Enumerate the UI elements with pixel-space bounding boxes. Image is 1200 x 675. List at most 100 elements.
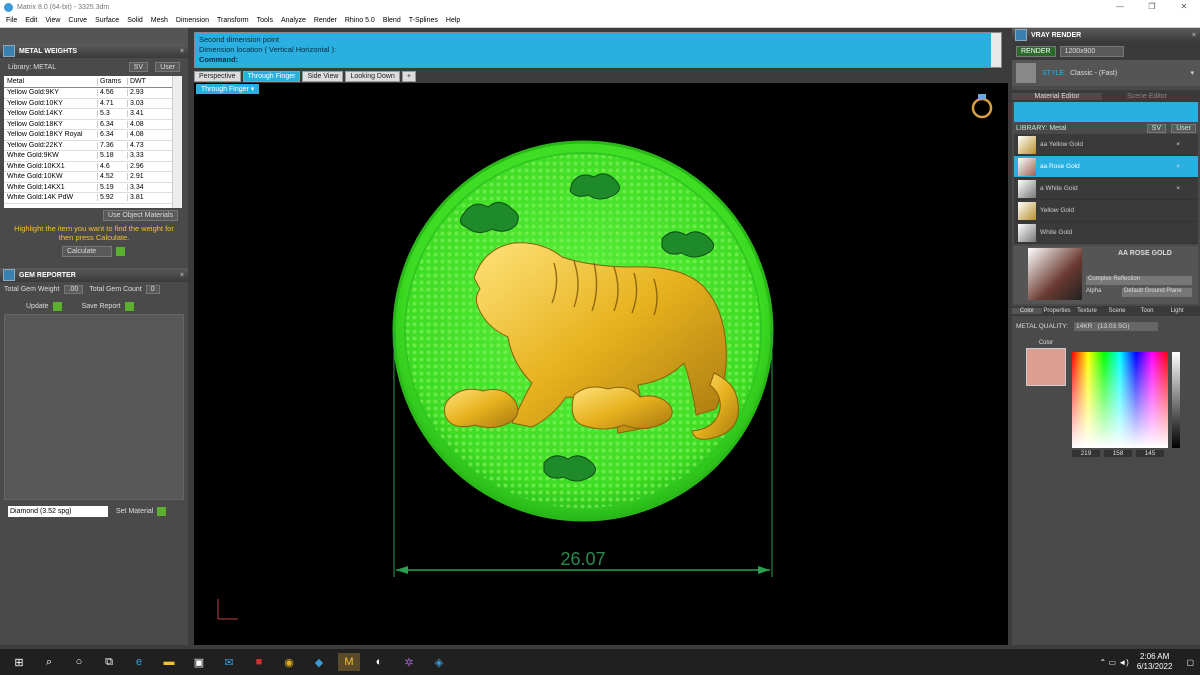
store-icon[interactable]: ▣: [188, 653, 210, 671]
table-row[interactable]: Yellow Gold:9KY 4.56 2.93: [4, 88, 182, 99]
windows-start-icon[interactable]: ⊞: [8, 653, 30, 671]
menu-surface[interactable]: Surface: [95, 17, 119, 24]
list-item[interactable]: White Gold: [1014, 222, 1198, 244]
minimize-button[interactable]: —: [1104, 0, 1136, 14]
rhino-icon[interactable]: ◐: [368, 653, 390, 671]
scrollbar[interactable]: [172, 76, 182, 208]
clock[interactable]: 2:06 AM 6/13/2022: [1137, 652, 1173, 672]
cortana-icon[interactable]: ○: [68, 653, 90, 671]
table-row[interactable]: Yellow Gold:18KY 6.34 4.08: [4, 120, 182, 130]
reflection-select[interactable]: Complex Reflection: [1086, 276, 1192, 285]
set-material-button[interactable]: Set Material: [116, 508, 153, 515]
tab-light[interactable]: Light: [1162, 308, 1192, 314]
menu-transform[interactable]: Transform: [217, 17, 249, 24]
sv-button[interactable]: SV: [1146, 123, 1166, 133]
close-icon[interactable]: ×: [180, 272, 184, 279]
tab-scene-editor[interactable]: Scene Editor: [1102, 93, 1192, 100]
ring-icon[interactable]: [971, 94, 993, 119]
notification-icon[interactable]: ▢: [1186, 658, 1194, 667]
table-row[interactable]: White Gold:9KW 5.18 3.33: [4, 151, 182, 162]
table-row[interactable]: Yellow Gold:22KY 7.36 4.73: [4, 141, 182, 151]
brightness-slider[interactable]: [1172, 352, 1180, 448]
use-object-materials-button[interactable]: Use Object Materials: [103, 209, 178, 221]
chrome-icon[interactable]: ◉: [278, 653, 300, 671]
render-button[interactable]: RENDER: [1016, 45, 1056, 57]
chevron-down-icon[interactable]: ▾: [1190, 69, 1194, 77]
edge-icon[interactable]: e: [128, 653, 150, 671]
diamond-select[interactable]: Diamond (3.52 spg): [8, 505, 108, 517]
list-item[interactable]: Yellow Gold: [1014, 200, 1198, 222]
tab-through-finger[interactable]: Through Finger: [242, 71, 301, 82]
color-swatch[interactable]: [1026, 348, 1066, 386]
close-button[interactable]: ✕: [1168, 0, 1200, 14]
tab-properties[interactable]: Properties: [1042, 308, 1072, 314]
table-row[interactable]: White Gold:14KX1 5.19 3.34: [4, 183, 182, 193]
menu-view[interactable]: View: [45, 17, 60, 24]
menu-help[interactable]: Help: [446, 17, 460, 24]
maximize-button[interactable]: ❐: [1136, 0, 1168, 14]
command-scrollbar[interactable]: [991, 33, 1001, 67]
tray-icons[interactable]: ⌃ ▭ ◄): [1100, 658, 1129, 667]
close-icon[interactable]: ×: [1192, 32, 1196, 39]
sv-button[interactable]: SV: [128, 62, 148, 72]
update-button[interactable]: Update: [26, 303, 49, 310]
menu-render[interactable]: Render: [314, 17, 337, 24]
table-row[interactable]: Yellow Gold:18KY Royal 6.34 4.08: [4, 130, 182, 141]
table-row[interactable]: White Gold:10KW 4.52 2.91: [4, 172, 182, 183]
ground-select[interactable]: Default Ground Plane: [1122, 288, 1192, 297]
menu-dimension[interactable]: Dimension: [176, 17, 209, 24]
file-explorer-icon[interactable]: ▬: [158, 653, 180, 671]
user-button[interactable]: User: [155, 62, 180, 72]
task-view-icon[interactable]: ⧉: [98, 653, 120, 671]
blue-value[interactable]: 145: [1136, 450, 1164, 457]
tab-perspective[interactable]: Perspective: [194, 71, 241, 82]
table-row[interactable]: White Gold:14K PdW 5.92 3.81: [4, 193, 182, 204]
menu-file[interactable]: File: [6, 17, 17, 24]
red-value[interactable]: 219: [1072, 450, 1100, 457]
menu-tools[interactable]: Tools: [257, 17, 273, 24]
tab-color[interactable]: Color: [1012, 308, 1042, 314]
search-icon[interactable]: ⌕: [38, 653, 60, 671]
command-input[interactable]: [242, 55, 997, 65]
menu-curve[interactable]: Curve: [68, 17, 87, 24]
tab-looking-down[interactable]: Looking Down: [345, 71, 400, 82]
green-value[interactable]: 158: [1104, 450, 1132, 457]
render-size-field[interactable]: 1200x900: [1059, 45, 1124, 57]
app-icon[interactable]: ✲: [398, 653, 420, 671]
menu-blend[interactable]: Blend: [383, 17, 401, 24]
menu-analyze[interactable]: Analyze: [281, 17, 306, 24]
tab-texture[interactable]: Texture: [1072, 308, 1102, 314]
metal-quality-select[interactable]: 14KR (13.03 SG): [1074, 321, 1159, 331]
tab-side-view[interactable]: Side View: [302, 71, 344, 82]
tab-scene[interactable]: Scene: [1102, 308, 1132, 314]
calculate-go-icon[interactable]: [116, 246, 125, 256]
menu-solid[interactable]: Solid: [127, 17, 143, 24]
viewport[interactable]: Through Finger ▾ 26.07: [194, 83, 1008, 645]
list-item[interactable]: a White Gold ×: [1014, 178, 1198, 200]
tab-toon[interactable]: Toon: [1132, 308, 1162, 314]
table-row[interactable]: White Gold:10KX1 4.6 2.96: [4, 162, 182, 172]
list-item[interactable]: aa Yellow Gold ×: [1014, 134, 1198, 156]
list-item[interactable]: aa Rose Gold ×: [1014, 156, 1198, 178]
app-icon[interactable]: ◆: [308, 653, 330, 671]
color-picker[interactable]: [1072, 352, 1168, 448]
tab-material-editor[interactable]: Material Editor: [1012, 92, 1102, 100]
save-report-button[interactable]: Save Report: [82, 303, 121, 310]
user-button[interactable]: User: [1171, 123, 1196, 133]
matrix-app-icon[interactable]: M: [338, 653, 360, 671]
update-go-icon[interactable]: [52, 301, 62, 311]
style-select[interactable]: Classic - (Fast): [1070, 70, 1117, 77]
menu-rhino[interactable]: Rhino 5.0: [345, 17, 375, 24]
menu-edit[interactable]: Edit: [25, 17, 37, 24]
menu-mesh[interactable]: Mesh: [151, 17, 168, 24]
close-icon[interactable]: ×: [180, 48, 184, 55]
table-row[interactable]: Yellow Gold:10KY 4.71 3.03: [4, 99, 182, 109]
set-material-go-icon[interactable]: [157, 506, 167, 516]
save-go-icon[interactable]: [124, 301, 134, 311]
app-icon[interactable]: ■: [248, 653, 270, 671]
mail-icon[interactable]: ✉: [218, 653, 240, 671]
menu-tsplines[interactable]: T-Splines: [409, 17, 438, 24]
calculate-button[interactable]: Calculate: [62, 245, 112, 257]
material-toolbar[interactable]: [1014, 102, 1198, 122]
app-icon[interactable]: ◈: [428, 653, 450, 671]
